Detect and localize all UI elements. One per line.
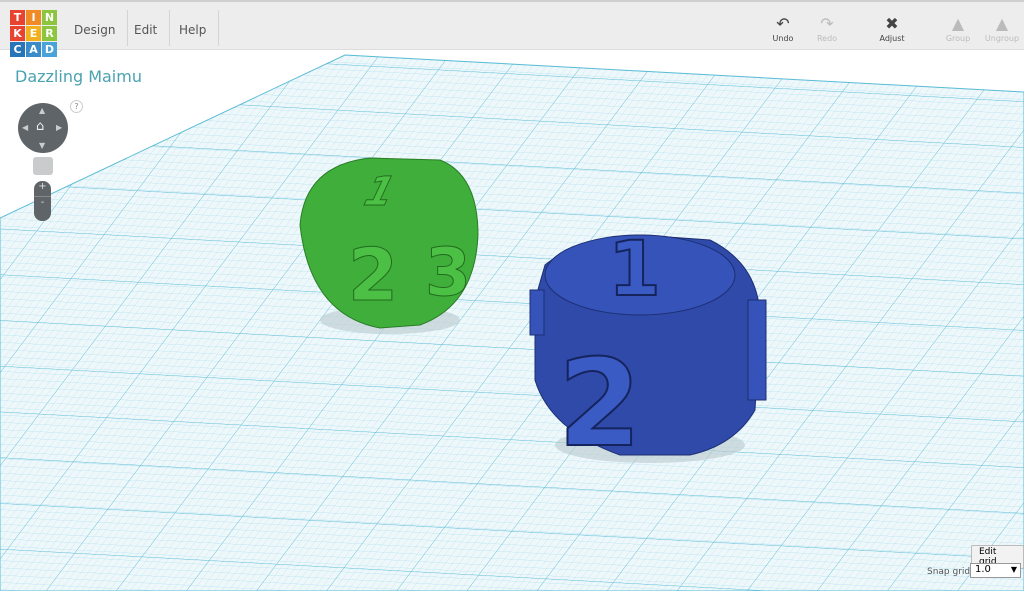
blue-die-face-2: 2 (558, 335, 642, 474)
ungroup-button[interactable]: ▲ Ungroup (980, 14, 1024, 43)
perspective-toggle[interactable] (33, 157, 53, 175)
zoom-control: + - (34, 181, 51, 221)
logo-letter: T (10, 10, 25, 25)
group-icon: ▲ (951, 14, 965, 33)
blue-die-face-1: 1 (608, 224, 661, 313)
menu-help[interactable]: Help (167, 10, 220, 46)
logo-letter: D (42, 42, 57, 57)
tinkercad-logo[interactable]: TIN KER CAD (10, 10, 57, 57)
logo-letter: K (10, 26, 25, 41)
logo-letter: A (26, 42, 41, 57)
logo-letter: R (42, 26, 57, 41)
redo-icon: ↷ (820, 14, 834, 33)
top-toolbar: TIN KER CAD Design Edit Help ↶ Undo ↷ Redo ✖… (0, 0, 1024, 57)
ungroup-icon: ▲ (995, 14, 1009, 33)
view-cube-navigator[interactable]: ▲ ▼ ◀ ▶ ⌂ (18, 103, 68, 153)
menu-edit[interactable]: Edit (122, 10, 171, 46)
logo-letter: E (26, 26, 41, 41)
redo-button[interactable]: ↷ Redo (805, 14, 849, 43)
pan-right-icon[interactable]: ▶ (56, 123, 62, 132)
snap-grid-label: Snap grid (927, 567, 971, 577)
undo-button[interactable]: ↶ Undo (761, 14, 805, 43)
adjust-button[interactable]: ✖ Adjust (870, 14, 914, 43)
pan-up-icon[interactable]: ▲ (39, 106, 45, 115)
pan-down-icon[interactable]: ▼ (39, 141, 45, 150)
snap-grid-value: 1.0 (975, 564, 991, 575)
menu-design[interactable]: Design (62, 10, 129, 46)
ruler-pencil-icon: ✖ (885, 14, 899, 33)
group-button[interactable]: ▲ Group (936, 14, 980, 43)
logo-letter: C (10, 42, 25, 57)
help-button[interactable]: ? (70, 100, 83, 113)
snap-grid-select[interactable]: 1.0 ▼ (970, 563, 1021, 578)
home-icon[interactable]: ⌂ (36, 119, 44, 134)
logo-letter: N (42, 10, 57, 25)
workplane-scene[interactable]: 2 3 1 2 1 (0, 0, 1024, 591)
zoom-in-button[interactable]: + (34, 181, 51, 192)
blue-die[interactable]: 2 1 (529, 223, 767, 475)
pan-left-icon[interactable]: ◀ (22, 123, 28, 132)
logo-letter: I (26, 10, 41, 25)
design-title[interactable]: Dazzling Maimu (15, 67, 142, 86)
green-die-face-3: 3 (425, 234, 471, 311)
chevron-down-icon: ▼ (1010, 565, 1017, 574)
undo-icon: ↶ (776, 14, 790, 33)
zoom-out-button[interactable]: - (34, 196, 51, 208)
green-die-face-2: 2 (348, 233, 398, 317)
